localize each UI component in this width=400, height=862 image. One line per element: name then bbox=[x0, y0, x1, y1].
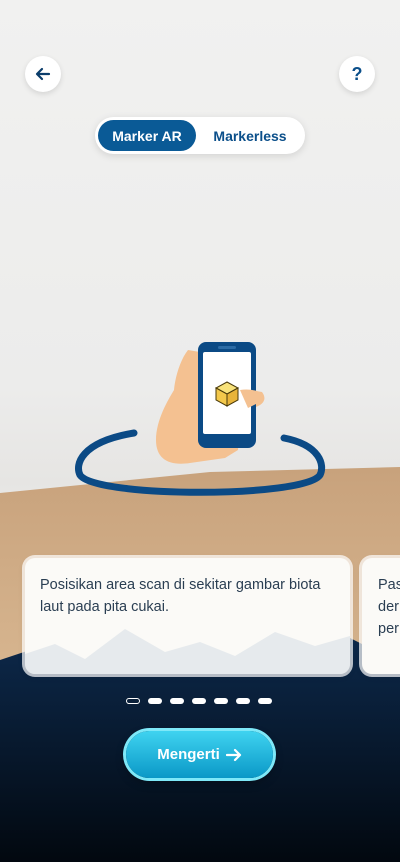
instruction-text-next: Pas der per bbox=[378, 577, 400, 637]
back-button[interactable] bbox=[25, 56, 61, 92]
pagination-dot[interactable] bbox=[148, 698, 162, 704]
pagination bbox=[126, 698, 272, 704]
mengerti-button[interactable]: Mengerti bbox=[126, 731, 273, 778]
arrow-right-icon bbox=[225, 748, 241, 761]
mengerti-label: Mengerti bbox=[157, 746, 220, 763]
arrow-left-icon bbox=[35, 67, 51, 81]
screen: ? Marker AR Markerless Posisikan area sc… bbox=[0, 0, 400, 862]
pagination-dot[interactable] bbox=[236, 698, 250, 704]
phone-scan-illustration bbox=[75, 342, 326, 496]
help-icon: ? bbox=[351, 63, 363, 84]
pagination-dot[interactable] bbox=[258, 698, 272, 704]
pagination-dot[interactable] bbox=[192, 698, 206, 704]
instruction-card-next: Pas der per bbox=[362, 558, 400, 674]
mode-toggle: Marker AR Markerless bbox=[95, 117, 305, 154]
instruction-text: Posisikan area scan di sekitar gambar bi… bbox=[40, 577, 321, 615]
pagination-dot[interactable] bbox=[170, 698, 184, 704]
toggle-markerless[interactable]: Markerless bbox=[199, 120, 301, 151]
pagination-dot-active[interactable] bbox=[126, 698, 140, 704]
toggle-marker-ar[interactable]: Marker AR bbox=[98, 120, 196, 151]
pagination-dot[interactable] bbox=[214, 698, 228, 704]
mountain-decoration bbox=[25, 629, 350, 674]
instruction-card: Posisikan area scan di sekitar gambar bi… bbox=[25, 558, 350, 674]
help-button[interactable]: ? bbox=[339, 56, 375, 92]
